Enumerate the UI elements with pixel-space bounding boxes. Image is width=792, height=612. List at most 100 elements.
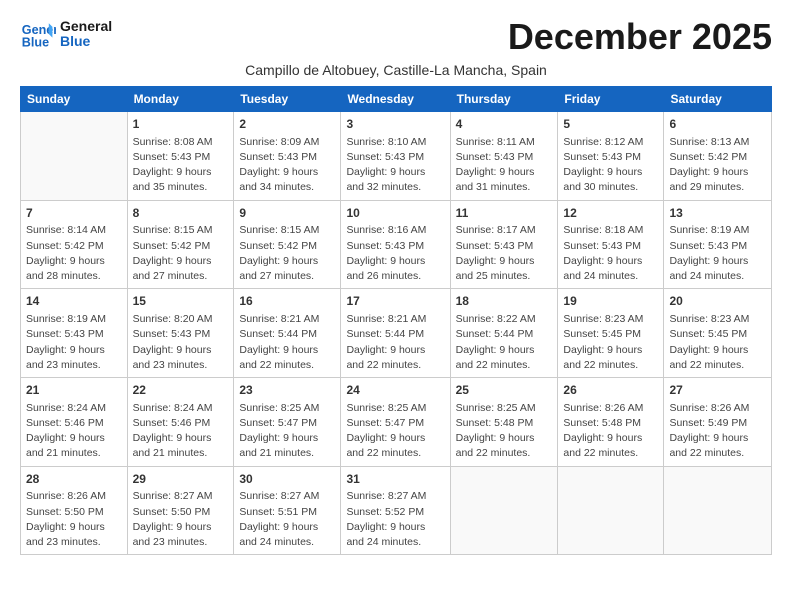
day-number: 16 [239,293,335,310]
calendar-table: SundayMondayTuesdayWednesdayThursdayFrid… [20,86,772,555]
calendar-cell: 13Sunrise: 8:19 AM Sunset: 5:43 PM Dayli… [664,200,772,289]
day-number: 17 [346,293,444,310]
day-info: Sunrise: 8:27 AM Sunset: 5:50 PM Dayligh… [133,489,229,550]
calendar-header-row: SundayMondayTuesdayWednesdayThursdayFrid… [21,87,772,112]
day-number: 14 [26,293,122,310]
day-info: Sunrise: 8:15 AM Sunset: 5:42 PM Dayligh… [133,223,229,284]
calendar-cell: 10Sunrise: 8:16 AM Sunset: 5:43 PM Dayli… [341,200,450,289]
calendar-cell: 6Sunrise: 8:13 AM Sunset: 5:42 PM Daylig… [664,112,772,201]
calendar-cell: 12Sunrise: 8:18 AM Sunset: 5:43 PM Dayli… [558,200,664,289]
calendar-header-saturday: Saturday [664,87,772,112]
day-info: Sunrise: 8:22 AM Sunset: 5:44 PM Dayligh… [456,312,553,373]
day-info: Sunrise: 8:20 AM Sunset: 5:43 PM Dayligh… [133,312,229,373]
week-row-1: 1 Sunrise: 8:08 AM Sunset: 5:43 PM Daylig… [21,112,772,201]
day-number: 3 [346,116,444,133]
calendar-cell: 9Sunrise: 8:15 AM Sunset: 5:42 PM Daylig… [234,200,341,289]
day-number: 28 [26,471,122,488]
day-info: Sunrise: 8:26 AM Sunset: 5:50 PM Dayligh… [26,489,122,550]
day-info: Sunrise: 8:14 AM Sunset: 5:42 PM Dayligh… [26,223,122,284]
calendar-header-tuesday: Tuesday [234,87,341,112]
calendar-cell: 20 Sunrise: 8:23 AM Sunset: 5:45 PM Dayli… [664,289,772,378]
calendar-cell: 16Sunrise: 8:21 AM Sunset: 5:44 PM Dayli… [234,289,341,378]
day-info: Sunrise: 8:17 AM Sunset: 5:43 PM Dayligh… [456,223,553,284]
day-number: 8 [133,205,229,222]
day-number: 31 [346,471,444,488]
calendar-cell: 25Sunrise: 8:25 AM Sunset: 5:48 PM Dayli… [450,378,558,467]
calendar-header-thursday: Thursday [450,87,558,112]
day-number: 2 [239,116,335,133]
calendar-cell [450,466,558,555]
week-row-5: 28Sunrise: 8:26 AM Sunset: 5:50 PM Dayli… [21,466,772,555]
calendar-cell: 26 Sunrise: 8:26 AM Sunset: 5:48 PM Dayli… [558,378,664,467]
calendar-cell: 1 Sunrise: 8:08 AM Sunset: 5:43 PM Daylig… [127,112,234,201]
day-number: 12 [563,205,658,222]
calendar-cell: 7Sunrise: 8:14 AM Sunset: 5:42 PM Daylig… [21,200,128,289]
day-info: Sunrise: 8:26 AM Sunset: 5:49 PM Dayligh… [669,401,766,462]
day-number: 9 [239,205,335,222]
day-info: Sunrise: 8:15 AM Sunset: 5:42 PM Dayligh… [239,223,335,284]
title-block: December 2025 [508,16,772,58]
day-number: 18 [456,293,553,310]
calendar-cell: 14Sunrise: 8:19 AM Sunset: 5:43 PM Dayli… [21,289,128,378]
day-info: Sunrise: 8:13 AM Sunset: 5:42 PM Dayligh… [669,135,766,196]
day-info: Sunrise: 8:10 AM Sunset: 5:43 PM Dayligh… [346,135,444,196]
calendar-header-friday: Friday [558,87,664,112]
day-info: Sunrise: 8:26 AM Sunset: 5:48 PM Dayligh… [563,401,658,462]
day-number: 19 [563,293,658,310]
logo-line2: Blue [60,34,112,49]
calendar-cell: 30Sunrise: 8:27 AM Sunset: 5:51 PM Dayli… [234,466,341,555]
day-number: 11 [456,205,553,222]
svg-text:Blue: Blue [22,36,49,50]
day-info: Sunrise: 8:21 AM Sunset: 5:44 PM Dayligh… [346,312,444,373]
day-info: Sunrise: 8:24 AM Sunset: 5:46 PM Dayligh… [26,401,122,462]
week-row-2: 7Sunrise: 8:14 AM Sunset: 5:42 PM Daylig… [21,200,772,289]
calendar-cell: 4Sunrise: 8:11 AM Sunset: 5:43 PM Daylig… [450,112,558,201]
calendar-cell [558,466,664,555]
day-info: Sunrise: 8:19 AM Sunset: 5:43 PM Dayligh… [669,223,766,284]
day-info: Sunrise: 8:16 AM Sunset: 5:43 PM Dayligh… [346,223,444,284]
calendar-cell: 29Sunrise: 8:27 AM Sunset: 5:50 PM Dayli… [127,466,234,555]
day-number: 10 [346,205,444,222]
calendar-cell: 8Sunrise: 8:15 AM Sunset: 5:42 PM Daylig… [127,200,234,289]
day-number: 20 [669,293,766,310]
calendar-cell: 11Sunrise: 8:17 AM Sunset: 5:43 PM Dayli… [450,200,558,289]
day-info: Sunrise: 8:23 AM Sunset: 5:45 PM Dayligh… [669,312,766,373]
day-number: 1 [133,116,229,133]
day-number: 26 [563,382,658,399]
day-number: 25 [456,382,553,399]
day-number: 23 [239,382,335,399]
day-info: Sunrise: 8:12 AM Sunset: 5:43 PM Dayligh… [563,135,658,196]
day-number: 15 [133,293,229,310]
calendar-cell: 27 Sunrise: 8:26 AM Sunset: 5:49 PM Dayli… [664,378,772,467]
week-row-4: 21 Sunrise: 8:24 AM Sunset: 5:46 PM Dayli… [21,378,772,467]
day-number: 30 [239,471,335,488]
month-title: December 2025 [508,16,772,58]
calendar-cell: 23 Sunrise: 8:25 AM Sunset: 5:47 PM Dayli… [234,378,341,467]
day-info: Sunrise: 8:25 AM Sunset: 5:47 PM Dayligh… [346,401,444,462]
logo-line1: General [60,19,112,34]
day-info: Sunrise: 8:11 AM Sunset: 5:43 PM Dayligh… [456,135,553,196]
day-number: 27 [669,382,766,399]
day-info: Sunrise: 8:18 AM Sunset: 5:43 PM Dayligh… [563,223,658,284]
day-number: 21 [26,382,122,399]
calendar-cell: 3 Sunrise: 8:10 AM Sunset: 5:43 PM Daylig… [341,112,450,201]
calendar-header-sunday: Sunday [21,87,128,112]
logo-icon: General Blue [20,16,56,52]
day-info: Sunrise: 8:27 AM Sunset: 5:52 PM Dayligh… [346,489,444,550]
day-number: 7 [26,205,122,222]
day-info: Sunrise: 8:09 AM Sunset: 5:43 PM Dayligh… [239,135,335,196]
calendar-cell: 24Sunrise: 8:25 AM Sunset: 5:47 PM Dayli… [341,378,450,467]
day-info: Sunrise: 8:08 AM Sunset: 5:43 PM Dayligh… [133,135,229,196]
calendar-cell: 5 Sunrise: 8:12 AM Sunset: 5:43 PM Daylig… [558,112,664,201]
day-info: Sunrise: 8:24 AM Sunset: 5:46 PM Dayligh… [133,401,229,462]
location-subtitle: Campillo de Altobuey, Castille-La Mancha… [20,62,772,78]
calendar-header-wednesday: Wednesday [341,87,450,112]
calendar-cell [21,112,128,201]
logo: General Blue General Blue [20,16,112,52]
day-info: Sunrise: 8:25 AM Sunset: 5:47 PM Dayligh… [239,401,335,462]
calendar-cell: 21 Sunrise: 8:24 AM Sunset: 5:46 PM Dayli… [21,378,128,467]
day-info: Sunrise: 8:23 AM Sunset: 5:45 PM Dayligh… [563,312,658,373]
calendar-cell: 15 Sunrise: 8:20 AM Sunset: 5:43 PM Dayli… [127,289,234,378]
calendar-cell: 31Sunrise: 8:27 AM Sunset: 5:52 PM Dayli… [341,466,450,555]
day-number: 5 [563,116,658,133]
